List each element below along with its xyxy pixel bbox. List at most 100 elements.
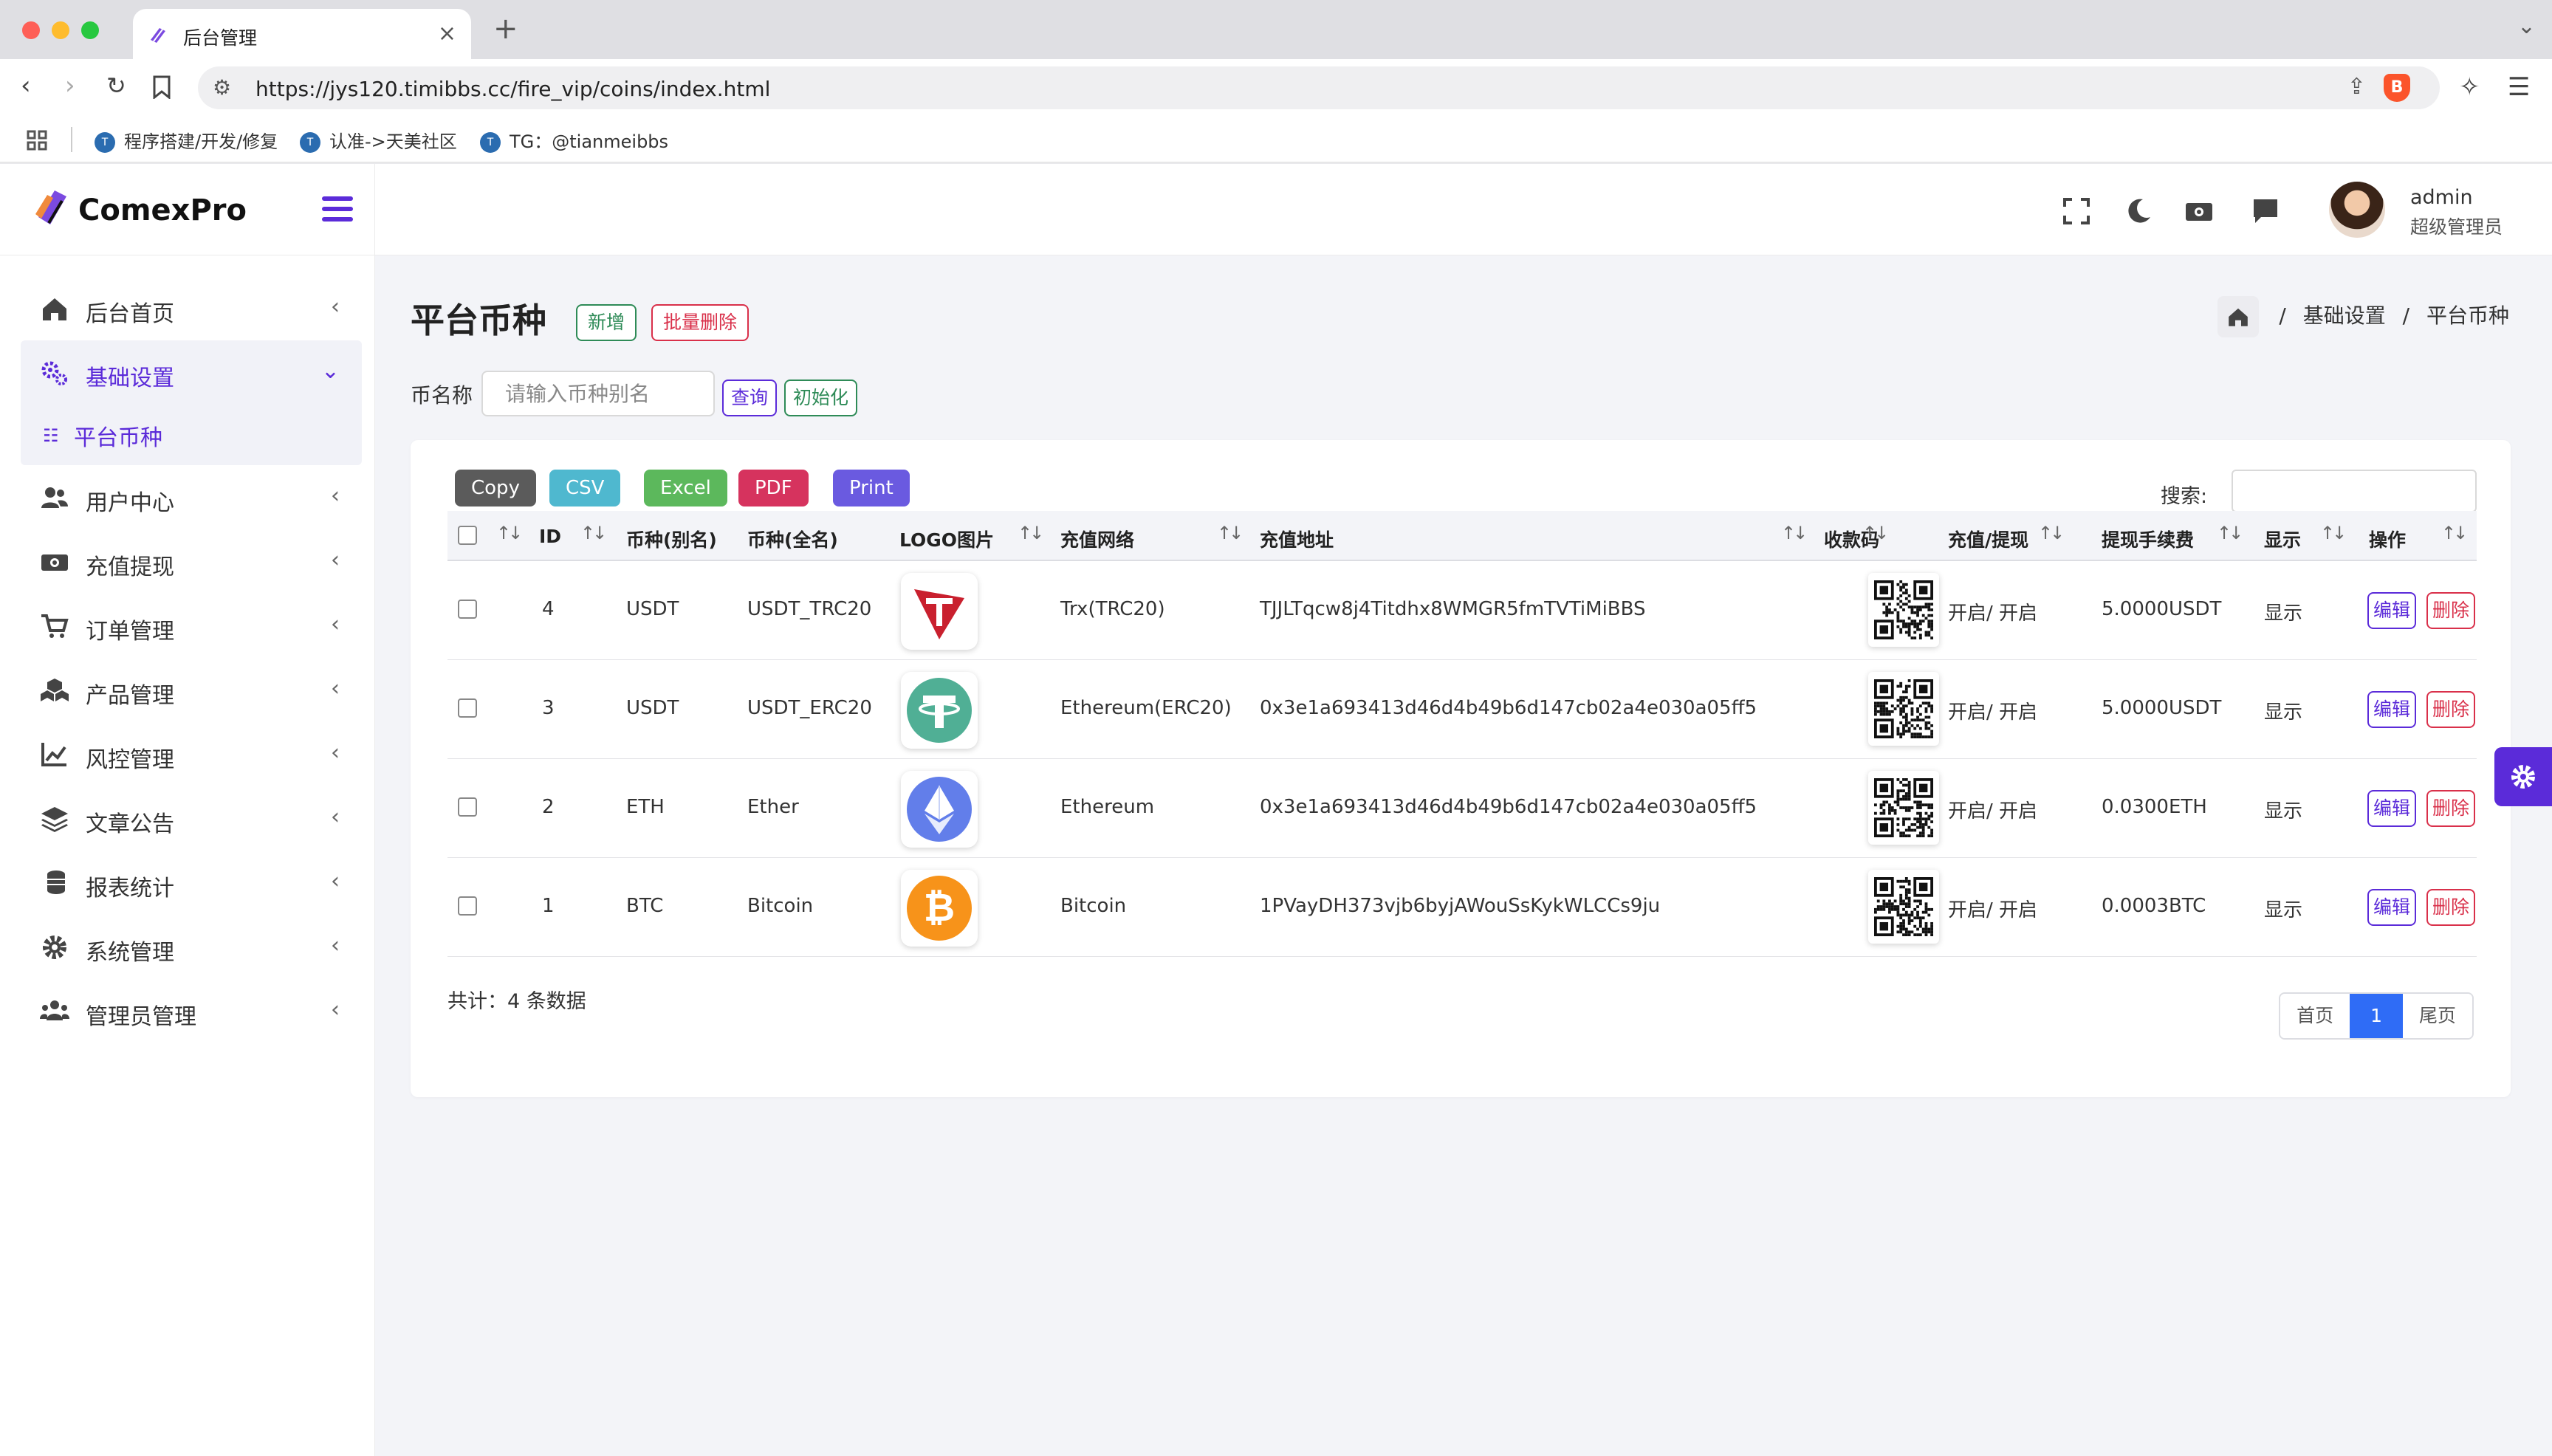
init-button[interactable]: 初始化 [784, 380, 858, 416]
apps-grid-icon[interactable] [27, 130, 47, 151]
col-display[interactable]: 显示 [2264, 526, 2301, 552]
sort-icon[interactable]: ↑↓ [1217, 523, 1244, 543]
page-1-button[interactable]: 1 [2350, 994, 2403, 1038]
forward-icon[interactable]: › [65, 71, 75, 100]
site-settings-icon[interactable]: ⚙ [213, 75, 231, 100]
qr-code-image[interactable] [1868, 870, 1939, 944]
bookmark-3[interactable]: T TG：@tianmeibbs [480, 127, 668, 153]
close-window-button[interactable] [22, 21, 40, 39]
qr-code-image[interactable] [1868, 573, 1939, 647]
reload-icon[interactable]: ↻ [106, 71, 126, 100]
sort-icon[interactable]: ↑↓ [1781, 523, 1808, 543]
delete-button[interactable]: 删除 [2426, 592, 2476, 629]
dark-mode-moon-icon[interactable] [2124, 196, 2153, 226]
close-tab-icon[interactable]: × [438, 21, 456, 47]
cell-id: 4 [542, 598, 555, 620]
new-tab-icon[interactable]: + [493, 12, 518, 46]
breadcrumb-basic-settings[interactable]: 基础设置 [2303, 303, 2386, 328]
table-search-input[interactable] [2232, 470, 2477, 512]
row-checkbox[interactable] [458, 896, 477, 916]
last-page-button[interactable]: 尾页 [2402, 994, 2472, 1038]
zoom-window-button[interactable] [81, 21, 99, 39]
sparkle-icon[interactable]: ✧ [2459, 72, 2480, 102]
sort-icon[interactable]: ↑↓ [2217, 523, 2243, 543]
excel-button[interactable]: Excel [644, 470, 727, 506]
delete-button[interactable]: 删除 [2426, 889, 2476, 926]
edit-button[interactable]: 编辑 [2367, 691, 2417, 728]
avatar[interactable] [2329, 182, 2385, 238]
tab-list-chevron-icon[interactable]: ⌄ [2517, 13, 2536, 39]
bookmark-1[interactable]: T 程序搭建/开发/修复 [95, 127, 278, 153]
breadcrumb-home-icon[interactable] [2217, 296, 2260, 337]
print-button[interactable]: Print [833, 470, 910, 506]
qr-code-image[interactable] [1868, 771, 1939, 845]
edit-button[interactable]: 编辑 [2367, 889, 2417, 926]
coins-icon [47, 870, 65, 894]
col-status[interactable]: 充值/提现 [1948, 526, 2028, 552]
query-button[interactable]: 查询 [722, 380, 778, 416]
sidebar-item-reports[interactable]: 报表统计 ‹ [21, 851, 362, 915]
browser-tab-bar: 后台管理 × + ⌄ [0, 0, 2552, 59]
pdf-button[interactable]: PDF [738, 470, 809, 506]
bookmark-icon[interactable] [152, 75, 171, 99]
sort-icon[interactable]: ↑↓ [2441, 523, 2468, 543]
browser-menu-icon[interactable]: ☰ [2508, 72, 2530, 102]
col-address[interactable]: 充值地址 [1260, 526, 1334, 552]
row-checkbox[interactable] [458, 797, 477, 817]
copy-button[interactable]: Copy [455, 470, 536, 506]
sidebar-item-articles[interactable]: 文章公告 ‹ [21, 786, 362, 851]
total-count: 共计：4 条数据 [447, 990, 586, 1013]
share-icon[interactable]: ⇪ [2347, 74, 2366, 100]
fullscreen-icon[interactable] [2062, 196, 2091, 226]
sort-icon[interactable]: ↑↓ [2320, 523, 2347, 543]
sort-icon[interactable]: ↑↓ [1862, 523, 1889, 543]
sidebar-item-deposit-withdraw[interactable]: 充值提现 ‹ [21, 529, 362, 594]
col-id[interactable]: ID [539, 526, 561, 547]
col-alias[interactable]: 币种(别名) [626, 526, 717, 552]
delete-button[interactable]: 删除 [2426, 790, 2476, 827]
sidebar-subitem-platform-coins[interactable]: ☷ 平台币种 [21, 405, 362, 465]
col-network[interactable]: 充值网络 [1060, 526, 1134, 552]
sidebar-item-admins[interactable]: 管理员管理 ‹ [21, 979, 362, 1043]
sort-icon[interactable]: ↑↓ [496, 523, 523, 543]
batch-delete-button[interactable]: 批量删除 [651, 304, 750, 341]
menu-toggle-icon[interactable] [322, 196, 353, 222]
sidebar-item-user-center[interactable]: 用户中心 ‹ [21, 465, 362, 529]
sort-icon[interactable]: ↑↓ [580, 523, 607, 543]
col-logo[interactable]: LOGO图片 [899, 526, 994, 552]
coin-name-input[interactable] [481, 371, 715, 416]
sidebar-item-risk-control[interactable]: 风控管理 ‹ [21, 722, 362, 786]
sort-icon[interactable]: ↑↓ [2038, 523, 2065, 543]
back-icon[interactable]: ‹ [21, 71, 31, 100]
row-checkbox[interactable] [458, 600, 477, 619]
sidebar-item-home[interactable]: 后台首页 ‹ [21, 276, 362, 340]
col-fee[interactable]: 提现手续费 [2102, 526, 2194, 552]
bookmark-2[interactable]: T 认准->天美社区 [300, 127, 457, 153]
money-icon[interactable] [2184, 196, 2214, 226]
message-icon[interactable] [2251, 196, 2280, 226]
address-bar[interactable]: ⚙ https://jys120.timibbs.cc/fire_vip/coi… [198, 66, 2440, 109]
csv-button[interactable]: CSV [549, 470, 621, 506]
cell-full-name: USDT_TRC20 [747, 598, 872, 620]
chevron-left-icon: ‹ [331, 483, 340, 509]
select-all-checkbox[interactable] [458, 526, 477, 545]
col-actions[interactable]: 操作 [2369, 526, 2406, 552]
sidebar-item-system[interactable]: 系统管理 ‹ [21, 915, 362, 979]
qr-code-image[interactable] [1868, 672, 1939, 746]
sidebar-item-basic-settings[interactable]: 基础设置 ⌄ [21, 340, 362, 405]
row-checkbox[interactable] [458, 698, 477, 718]
edit-button[interactable]: 编辑 [2367, 790, 2417, 827]
sidebar-item-products[interactable]: 产品管理 ‹ [21, 658, 362, 722]
edit-button[interactable]: 编辑 [2367, 592, 2417, 629]
add-button[interactable]: 新增 [576, 304, 637, 341]
browser-tab[interactable]: 后台管理 × [133, 9, 471, 59]
table-row: 2 ETH Ether Ethereum 0x3e1a693413d46d4b4… [447, 759, 2477, 858]
sidebar-item-orders[interactable]: 订单管理 ‹ [21, 594, 362, 658]
settings-fab[interactable] [2494, 747, 2552, 806]
col-full-name[interactable]: 币种(全名) [747, 526, 838, 552]
sort-icon[interactable]: ↑↓ [1018, 523, 1044, 543]
delete-button[interactable]: 删除 [2426, 691, 2476, 728]
first-page-button[interactable]: 首页 [2280, 994, 2350, 1038]
minimize-window-button[interactable] [52, 21, 69, 39]
brave-shield-icon[interactable]: B [2384, 74, 2410, 102]
